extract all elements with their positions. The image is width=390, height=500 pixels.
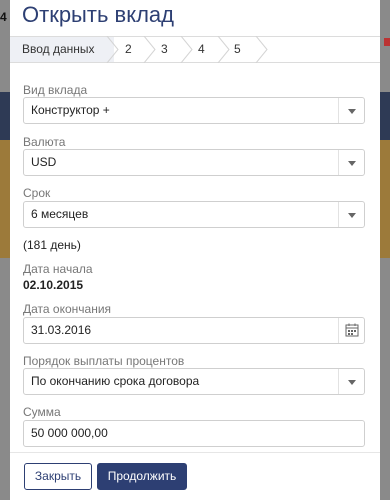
amount-input[interactable]: 50 000 000,00 xyxy=(23,420,365,447)
background-number: 4 xyxy=(0,10,7,24)
end-date-field[interactable]: 31.03.2016 xyxy=(23,317,365,344)
open-deposit-modal: Открыть вклад Ввод данных 2 3 4 5 Вид вк… xyxy=(10,0,380,500)
chevron-down-icon[interactable] xyxy=(338,202,364,227)
term-days-note: (181 день) xyxy=(23,238,81,252)
amount-label: Сумма xyxy=(23,405,61,419)
term-value: 6 месяцев xyxy=(31,207,89,221)
chevron-down-icon[interactable] xyxy=(338,150,364,175)
amount-value: 50 000 000,00 xyxy=(31,426,108,440)
start-date-label: Дата начала xyxy=(23,262,93,276)
background-app-left: 4 xyxy=(0,0,10,500)
step-5[interactable]: 5 xyxy=(225,36,268,63)
step-label: 3 xyxy=(161,42,168,56)
end-date-label: Дата окончания xyxy=(23,302,112,316)
step-2[interactable]: 2 xyxy=(114,36,156,63)
step-label: Ввод данных xyxy=(22,42,95,56)
background-nav-band-right xyxy=(380,92,390,140)
calendar-icon xyxy=(345,323,359,337)
footer-divider xyxy=(10,452,380,453)
deposit-type-select[interactable]: Конструктор + xyxy=(23,97,365,124)
deposit-type-label: Вид вклада xyxy=(23,83,88,97)
background-banner-right xyxy=(380,140,390,258)
chevron-down-icon[interactable] xyxy=(338,369,364,394)
step-chevron-icon xyxy=(255,36,268,63)
end-date-value: 31.03.2016 xyxy=(31,323,92,337)
background-banner xyxy=(0,140,10,258)
currency-label: Валюта xyxy=(23,135,66,149)
flag-icon xyxy=(384,38,390,46)
background-nav-band xyxy=(0,92,10,140)
chevron-down-icon[interactable] xyxy=(338,98,364,123)
continue-button[interactable]: Продолжить xyxy=(97,463,187,490)
term-select[interactable]: 6 месяцев xyxy=(23,201,365,228)
interest-payment-select[interactable]: По окончанию срока договора xyxy=(23,368,365,395)
interest-payment-label: Порядок выплаты процентов xyxy=(23,354,185,368)
interest-payment-value: По окончанию срока договора xyxy=(31,374,200,388)
step-4[interactable]: 4 xyxy=(188,36,230,63)
currency-select[interactable]: USD xyxy=(23,149,365,176)
start-date-value: 02.10.2015 xyxy=(23,278,84,292)
wizard-stepper: Ввод данных 2 3 4 5 xyxy=(10,36,380,63)
step-1[interactable]: Ввод данных xyxy=(10,36,119,63)
step-label: 4 xyxy=(198,42,205,56)
currency-value: USD xyxy=(31,155,57,169)
deposit-type-value: Конструктор + xyxy=(31,103,110,117)
close-button[interactable]: Закрыть xyxy=(24,463,92,490)
step-label: 2 xyxy=(125,42,132,56)
term-label: Срок xyxy=(23,186,51,200)
background-app-right xyxy=(380,0,390,500)
modal-title: Открыть вклад xyxy=(22,2,174,27)
calendar-button[interactable] xyxy=(338,318,364,343)
step-label: 5 xyxy=(234,42,241,56)
step-3[interactable]: 3 xyxy=(151,36,193,63)
